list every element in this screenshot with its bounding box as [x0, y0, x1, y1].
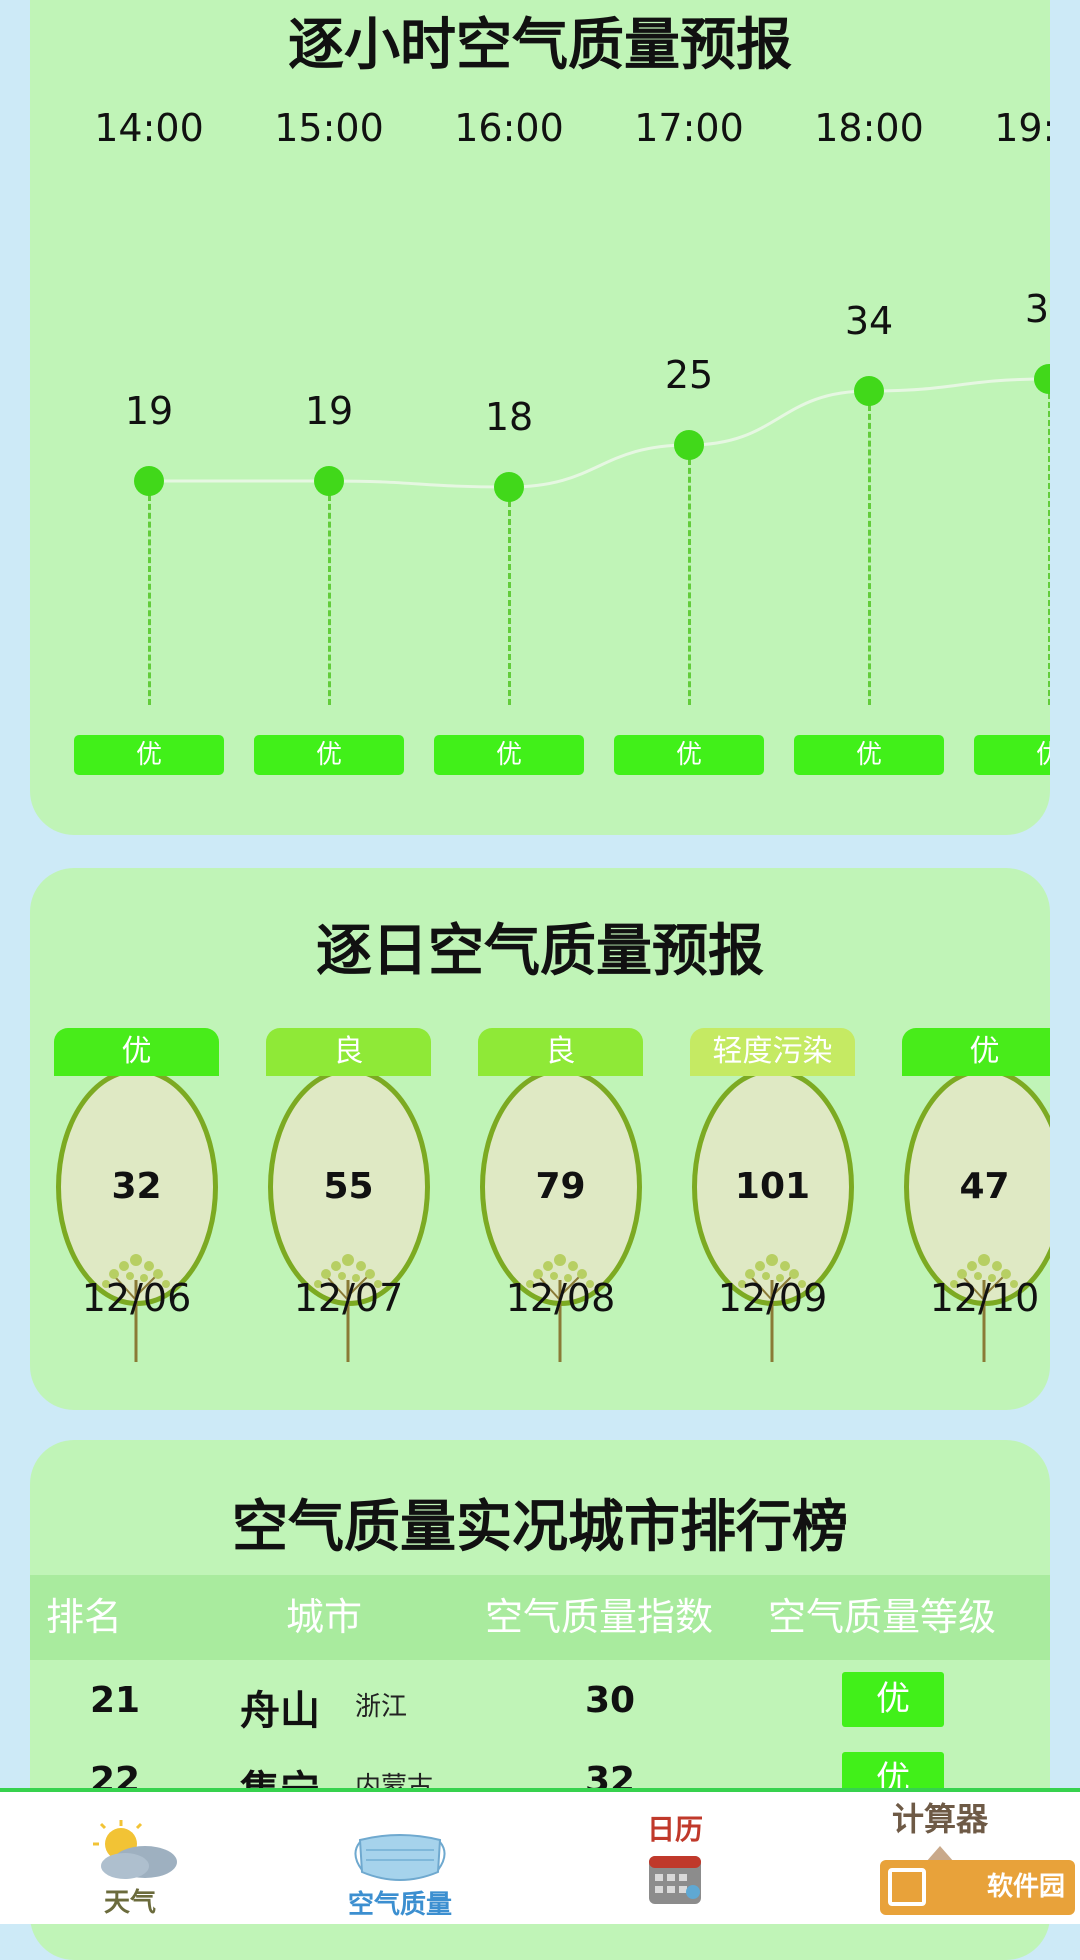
tab-calendar-label: 日历 [646, 1813, 703, 1846]
day-aqi-value: 55 [323, 1166, 374, 1207]
hour-aqi-value: 19 [304, 389, 354, 433]
ranking-title: 空气质量实况城市排行榜 [232, 1495, 848, 1560]
hour-dashed-stem [688, 459, 691, 705]
day-level-tab: 良 [478, 1028, 643, 1076]
hour-dashed-stem [148, 495, 151, 705]
hour-level-badge: 优 [74, 735, 224, 775]
hour-dashed-stem [1048, 393, 1050, 705]
hour-aqi-value: 25 [664, 353, 714, 397]
day-aqi-value: 47 [959, 1166, 1010, 1207]
ranking-table-header: 排名 城市 空气质量指数 空气质量等级 [30, 1575, 1050, 1660]
hour-aqi-value: 18 [484, 395, 534, 439]
row-level-badge: 优 [842, 1672, 944, 1727]
calendar-icon [649, 1856, 701, 1904]
tab-weather-label: 天气 [103, 1888, 156, 1918]
hour-aqi-dot [314, 466, 344, 496]
hour-level-badge: 优 [434, 735, 584, 775]
day-column: 轻度污染 101 12/09 [690, 868, 855, 1410]
day-level-tab: 优 [902, 1028, 1050, 1076]
row-rank: 21 [90, 1680, 141, 1721]
day-date: 12/10 [929, 1276, 1040, 1320]
day-aqi-value: 101 [734, 1166, 811, 1207]
day-date: 12/08 [505, 1276, 616, 1320]
hour-time: 18:00 [814, 106, 924, 150]
day-column: 良 79 12/08 [478, 868, 643, 1410]
hour-dashed-stem [508, 501, 511, 705]
day-level-tab: 轻度污染 [690, 1028, 855, 1076]
hourly-forecast-card: 逐小时空气质量预报 14:00 19 优 15:00 19 优 16:00 18 优 17:00 2… [30, 0, 1050, 835]
hour-column: 16:00 18 优 [419, 0, 599, 835]
hour-time: 17:00 [634, 106, 744, 150]
hour-aqi-dot [134, 466, 164, 496]
day-date: 12/07 [293, 1276, 404, 1320]
header-city: 城市 [286, 1595, 363, 1639]
day-column: 优 32 12/06 [54, 868, 219, 1410]
tab-weather[interactable]: 天气 [30, 1792, 230, 1924]
tab-calendar[interactable]: 日历 [575, 1792, 775, 1924]
watermark-badge: 软件园 [880, 1860, 1075, 1915]
hour-column: 14:00 19 优 [59, 0, 239, 835]
watermark-text: 软件园 [986, 1872, 1065, 1902]
hour-time: 15:00 [274, 106, 384, 150]
header-aqi: 空气质量指数 [485, 1595, 714, 1639]
hour-column: 17:00 25 优 [599, 0, 779, 835]
hour-aqi-value: 36 [1024, 287, 1050, 331]
tab-calculator-label: 计算器 [891, 1800, 988, 1838]
row-aqi: 30 [585, 1680, 636, 1721]
hour-aqi-dot [1034, 364, 1050, 394]
day-level-tab: 良 [266, 1028, 431, 1076]
hour-column: 19:00 36 优 [959, 0, 1050, 835]
tab-air-quality-label: 空气质量 [347, 1890, 452, 1920]
tab-air-quality[interactable]: 空气质量 [300, 1792, 500, 1924]
hour-dashed-stem [868, 405, 871, 705]
hour-aqi-value: 19 [124, 389, 174, 433]
day-aqi-value: 32 [111, 1166, 162, 1207]
hour-time: 14:00 [94, 106, 204, 150]
hour-column: 15:00 19 优 [239, 0, 419, 835]
row-province: 浙江 [355, 1692, 408, 1722]
daily-forecast-card: 逐日空气质量预报 优 32 12/06 良 55 12/07 良 79 12/08 轻度污染 101… [30, 868, 1050, 1410]
hour-column: 18:00 34 优 [779, 0, 959, 835]
day-level-tab: 优 [54, 1028, 219, 1076]
day-aqi-value: 79 [535, 1166, 586, 1207]
weather-cloud-sun-icon [93, 1820, 177, 1879]
day-date: 12/09 [717, 1276, 828, 1320]
header-level: 空气质量等级 [768, 1595, 997, 1639]
hour-level-badge: 优 [254, 735, 404, 775]
hour-level-badge: 优 [974, 735, 1050, 775]
row-city: 舟山 [240, 1688, 320, 1734]
day-date: 12/06 [81, 1276, 192, 1320]
hour-dashed-stem [328, 495, 331, 705]
hour-level-badge: 优 [614, 735, 764, 775]
header-rank: 排名 [46, 1595, 123, 1639]
table-row[interactable]: 21 舟山 浙江 30 优 [30, 1662, 1050, 1742]
hour-time: 16:00 [454, 106, 564, 150]
hour-time: 19:00 [994, 106, 1050, 150]
day-column: 良 55 12/07 [266, 868, 431, 1410]
watermark-logo-icon [888, 1868, 926, 1906]
hour-aqi-dot [674, 430, 704, 460]
day-column: 优 47 12/10 [902, 868, 1050, 1410]
hour-level-badge: 优 [794, 735, 944, 775]
hour-aqi-dot [494, 472, 524, 502]
hour-aqi-value: 34 [844, 299, 894, 343]
hour-aqi-dot [854, 376, 884, 406]
face-mask-icon [354, 1834, 446, 1881]
